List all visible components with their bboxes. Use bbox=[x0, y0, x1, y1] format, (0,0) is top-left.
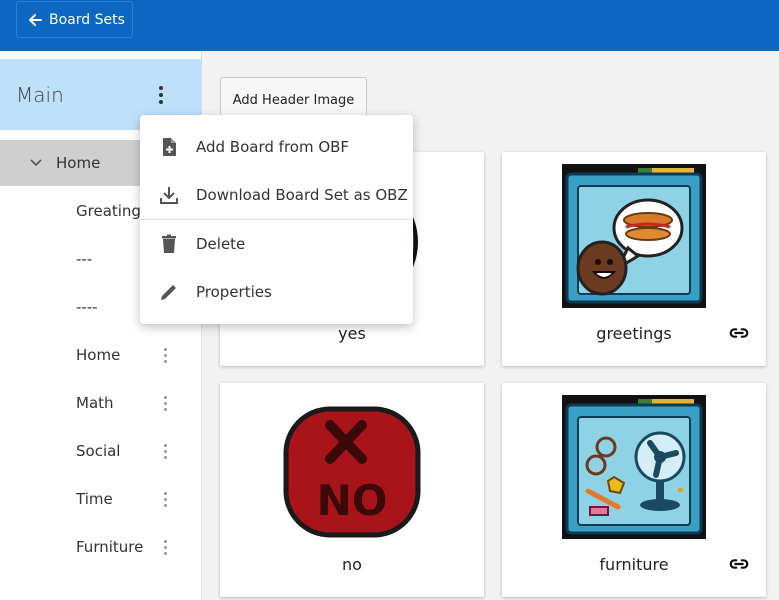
chevron-down-icon[interactable] bbox=[28, 154, 44, 170]
tree-item[interactable]: Home bbox=[0, 331, 202, 379]
tree-item-label: Home bbox=[56, 154, 101, 172]
greetings-folder-icon bbox=[562, 164, 706, 308]
tree-item[interactable]: Math bbox=[0, 379, 202, 427]
add-file-icon bbox=[163, 138, 176, 156]
item-menu-icon[interactable] bbox=[153, 439, 177, 463]
menu-item-label: Delete bbox=[196, 235, 246, 253]
download-icon bbox=[160, 187, 178, 204]
board-card-label: yes bbox=[338, 324, 366, 343]
tree-item-label: Social bbox=[76, 442, 121, 460]
menu-item-label: Download Board Set as OBZ bbox=[196, 186, 408, 204]
board-card-greetings[interactable]: greetings bbox=[502, 152, 766, 366]
item-menu-icon[interactable] bbox=[153, 391, 177, 415]
tree-item-label: --- bbox=[76, 250, 93, 268]
board-card-label: greetings bbox=[596, 324, 672, 343]
menu-item-label: Properties bbox=[196, 283, 272, 301]
menu-item-add-board-from-obf[interactable]: Add Board from OBF bbox=[140, 123, 413, 171]
no-symbol-icon: NO bbox=[283, 406, 421, 538]
back-to-board-sets-button[interactable]: Board Sets bbox=[16, 1, 133, 38]
pencil-icon bbox=[161, 285, 176, 300]
board-set-menu-icon[interactable] bbox=[149, 83, 173, 107]
item-menu-icon[interactable] bbox=[153, 343, 177, 367]
board-card-label: furniture bbox=[599, 555, 669, 574]
board-card-furniture[interactable]: furniture bbox=[502, 383, 766, 597]
back-button-label: Board Sets bbox=[49, 11, 125, 28]
menu-item-delete[interactable]: Delete bbox=[140, 220, 413, 268]
board-card-label: no bbox=[342, 555, 362, 574]
board-set-context-menu: Add Board from OBF Download Board Set as… bbox=[140, 115, 413, 324]
tree-item-label: ---- bbox=[76, 298, 98, 316]
tree-item[interactable]: Social bbox=[0, 427, 202, 475]
top-bar: Board Sets bbox=[0, 0, 779, 51]
menu-item-download-obz[interactable]: Download Board Set as OBZ bbox=[140, 171, 413, 219]
link-icon[interactable] bbox=[728, 553, 750, 575]
trash-icon bbox=[162, 234, 176, 253]
tree-item-label: Furniture bbox=[76, 538, 144, 556]
arrow-left-icon bbox=[29, 13, 42, 26]
tree-item-label: Greatings bbox=[76, 202, 149, 220]
svg-text:NO: NO bbox=[317, 476, 388, 525]
tree-item[interactable]: Furniture bbox=[0, 523, 202, 571]
tree-item-label: Home bbox=[76, 346, 121, 364]
item-menu-icon[interactable] bbox=[153, 535, 177, 559]
item-menu-icon[interactable] bbox=[153, 487, 177, 511]
tree-item-label: Time bbox=[76, 490, 113, 508]
tree-item[interactable]: Time bbox=[0, 475, 202, 523]
tree-item-label: Math bbox=[76, 394, 114, 412]
link-icon[interactable] bbox=[728, 322, 750, 344]
board-set-title: Main bbox=[16, 82, 64, 107]
board-card-no[interactable]: NO no bbox=[220, 383, 484, 597]
furniture-folder-icon bbox=[562, 395, 706, 539]
menu-item-label: Add Board from OBF bbox=[196, 138, 350, 156]
menu-item-properties[interactable]: Properties bbox=[140, 268, 413, 316]
